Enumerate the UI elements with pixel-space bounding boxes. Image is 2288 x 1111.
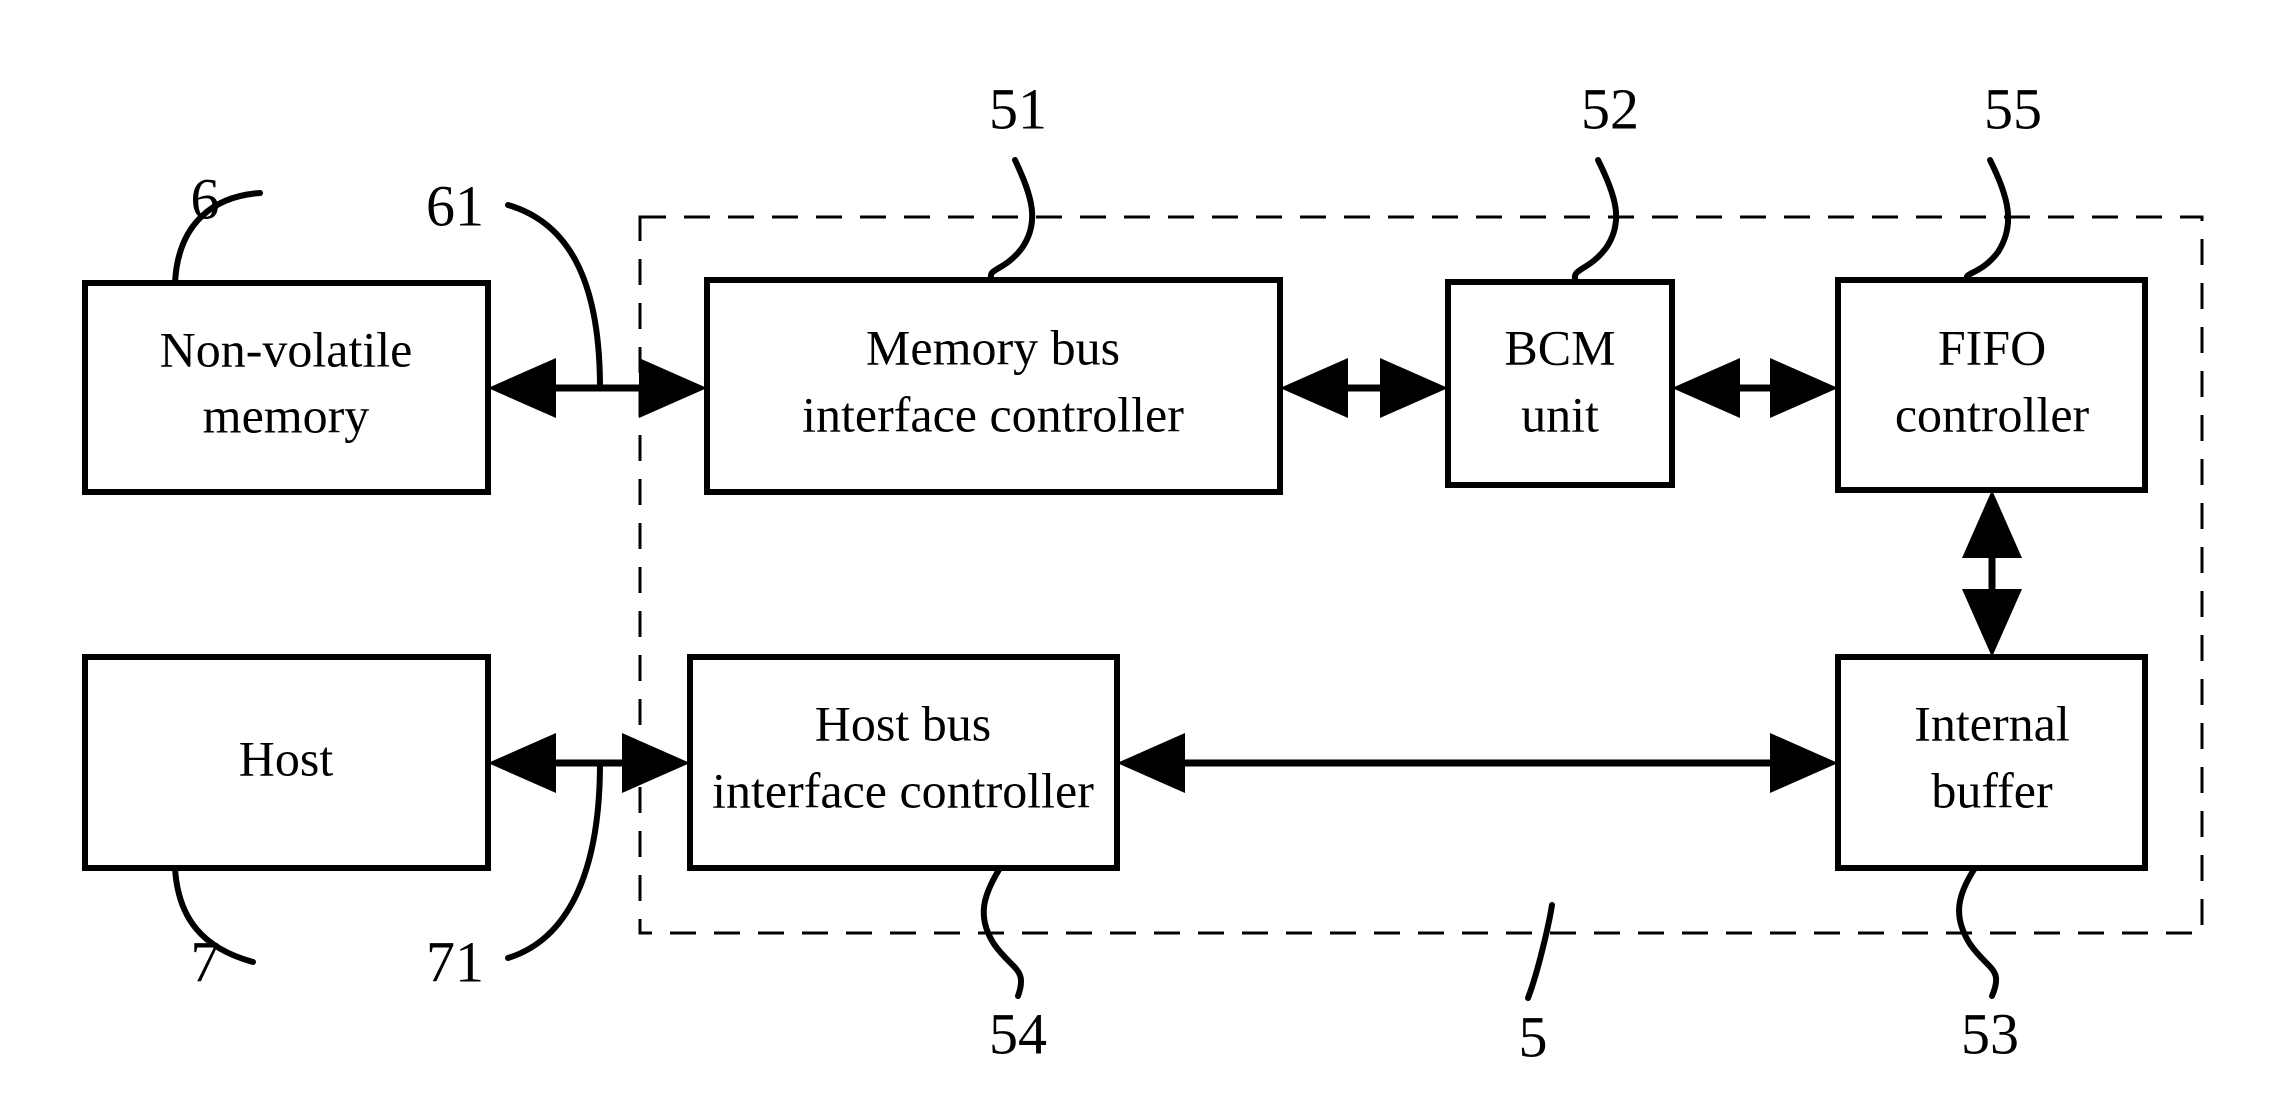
- connector-fifo-to-internal-buffer: [1962, 490, 2022, 657]
- leader-line-5: [1525, 902, 1555, 1001]
- block-bcm-unit: BCM unit: [1445, 279, 1675, 488]
- leader-line-51: [987, 157, 1036, 283]
- reference-numeral-54: 54: [989, 1001, 1047, 1066]
- reference-numeral-71: 71: [426, 929, 484, 994]
- arrowhead-down: [1962, 589, 2022, 657]
- block-host-bus-interface-controller-label-line2: interface controller: [712, 762, 1094, 818]
- connector-memory-bus-to-bcm: [1280, 358, 1448, 418]
- block-nonvolatile-memory-label-line2: memory: [203, 387, 370, 443]
- connector-host-to-host-bus: [488, 733, 690, 793]
- block-nonvolatile-memory: Non-volatile memory: [82, 280, 491, 495]
- block-bcm-unit-label-line2: unit: [1521, 386, 1599, 442]
- reference-numeral-6: 6: [191, 166, 220, 231]
- reference-numeral-7: 7: [191, 929, 220, 994]
- block-internal-buffer-label-line2: buffer: [1931, 762, 2053, 818]
- block-internal-buffer-label-line1: Internal: [1914, 695, 2069, 751]
- block-nonvolatile-memory-label-line1: Non-volatile: [160, 321, 413, 377]
- arrowhead-left: [488, 358, 556, 418]
- block-host-bus-interface-controller: Host bus interface controller: [687, 654, 1120, 871]
- arrowhead-right: [1770, 358, 1838, 418]
- block-diagram-figure: Non-volatile memory Memory bus interface…: [0, 0, 2288, 1111]
- block-fifo-controller-rect: [1835, 277, 2148, 493]
- block-host: Host: [82, 654, 491, 871]
- arrowhead-right: [622, 733, 690, 793]
- connector-host-bus-to-internal-buffer: [1117, 733, 1838, 793]
- arrowhead-right: [1770, 733, 1838, 793]
- arrowhead-left: [1117, 733, 1185, 793]
- leader-line-71: [505, 760, 603, 961]
- arrowhead-left: [1672, 358, 1740, 418]
- block-host-label-line1: Host: [239, 730, 334, 786]
- block-memory-bus-interface-controller-label-line1: Memory bus: [866, 319, 1120, 375]
- arrowhead-up: [1962, 490, 2022, 558]
- reference-numeral-5: 5: [1519, 1004, 1548, 1069]
- reference-numeral-51: 51: [989, 76, 1047, 141]
- block-bcm-unit-rect: [1445, 279, 1675, 488]
- arrowhead-right: [1380, 358, 1448, 418]
- leader-line-55: [1963, 157, 2012, 283]
- arrowhead-left: [1280, 358, 1348, 418]
- block-memory-bus-interface-controller-label-line2: interface controller: [802, 386, 1184, 442]
- block-host-bus-interface-controller-label-line1: Host bus: [815, 695, 991, 751]
- block-internal-buffer: Internal buffer: [1835, 654, 2148, 871]
- connector-bcm-to-fifo: [1672, 358, 1838, 418]
- reference-numeral-52: 52: [1581, 76, 1639, 141]
- block-fifo-controller-label-line1: FIFO: [1938, 319, 2046, 375]
- arrowhead-right: [639, 358, 707, 418]
- reference-numeral-61: 61: [426, 173, 484, 238]
- reference-numeral-53: 53: [1961, 1001, 2019, 1066]
- arrowhead-left: [488, 733, 556, 793]
- block-fifo-controller-label-line2: controller: [1895, 386, 2090, 442]
- reference-numeral-55: 55: [1984, 76, 2042, 141]
- block-bcm-unit-label-line1: BCM: [1504, 319, 1615, 375]
- leader-line-52: [1571, 157, 1620, 285]
- block-memory-bus-interface-controller: Memory bus interface controller: [704, 277, 1283, 495]
- block-fifo-controller: FIFO controller: [1835, 277, 2148, 493]
